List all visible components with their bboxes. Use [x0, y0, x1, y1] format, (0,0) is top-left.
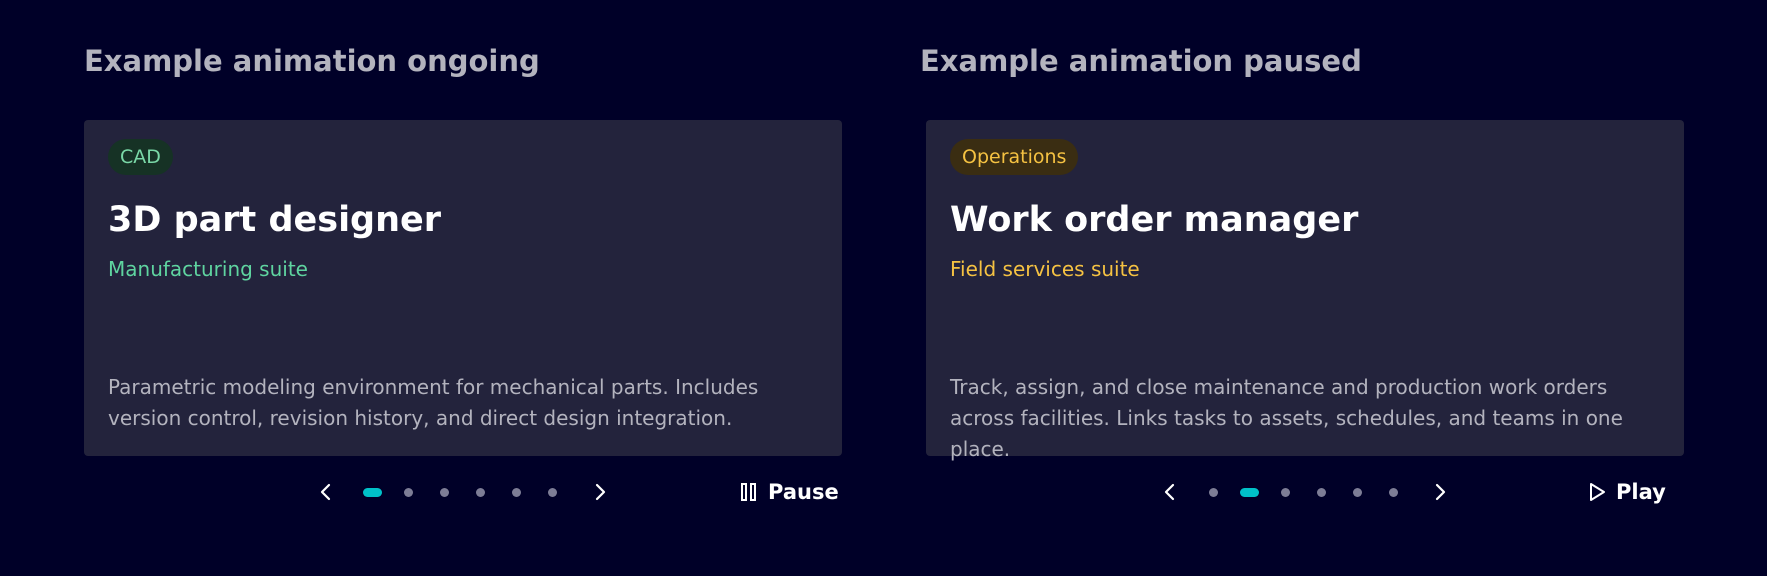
carousel-controls: Play — [920, 478, 1680, 506]
carousel-panel-ongoing: Example animation ongoing CAD 3D part de… — [84, 0, 844, 576]
pause-label: Pause — [768, 480, 839, 504]
pause-icon — [741, 483, 756, 501]
card-subtitle: Manufacturing suite — [108, 257, 308, 281]
category-tag: Operations — [950, 139, 1079, 175]
section-title: Example animation ongoing — [84, 44, 540, 78]
page-dot-3[interactable] — [440, 488, 449, 497]
carousel-controls: Pause — [84, 478, 844, 506]
card-subtitle: Field services suite — [950, 257, 1140, 281]
page-dot-6[interactable] — [548, 488, 557, 497]
chevron-right-icon — [595, 483, 606, 501]
carousel-card: CAD 3D part designer Manufacturing suite… — [84, 120, 842, 456]
page-dot-4[interactable] — [1317, 488, 1326, 497]
chevron-left-icon — [320, 483, 331, 501]
page-dot-4[interactable] — [476, 488, 485, 497]
previous-button[interactable] — [312, 478, 340, 506]
chevron-left-icon — [1164, 483, 1175, 501]
carousel-panel-paused: Example animation paused Operations Work… — [920, 0, 1684, 576]
card-title: 3D part designer — [108, 200, 442, 240]
page-dot-1[interactable] — [363, 488, 382, 497]
next-button[interactable] — [1426, 478, 1454, 506]
card-title: Work order manager — [950, 200, 1359, 240]
page-dot-1[interactable] — [1209, 488, 1218, 497]
category-tag: CAD — [108, 139, 173, 175]
play-button[interactable]: Play — [1588, 478, 1666, 506]
play-icon — [1590, 483, 1605, 501]
chevron-right-icon — [1435, 483, 1446, 501]
page-dot-3[interactable] — [1281, 488, 1290, 497]
page-dot-2[interactable] — [404, 488, 413, 497]
card-description: Parametric modeling environment for mech… — [108, 375, 759, 430]
carousel-card: Operations Work order manager Field serv… — [926, 120, 1684, 461]
section-title: Example animation paused — [920, 44, 1362, 78]
page-dot-5[interactable] — [1353, 488, 1362, 497]
page-dot-5[interactable] — [512, 488, 521, 497]
pause-button[interactable]: Pause — [740, 478, 839, 506]
page-dot-2[interactable] — [1240, 488, 1259, 497]
card-description: Track, assign, and close maintenance and… — [950, 375, 1623, 461]
next-button[interactable] — [586, 478, 614, 506]
page-dot-6[interactable] — [1389, 488, 1398, 497]
previous-button[interactable] — [1156, 478, 1184, 506]
play-label: Play — [1616, 480, 1666, 504]
